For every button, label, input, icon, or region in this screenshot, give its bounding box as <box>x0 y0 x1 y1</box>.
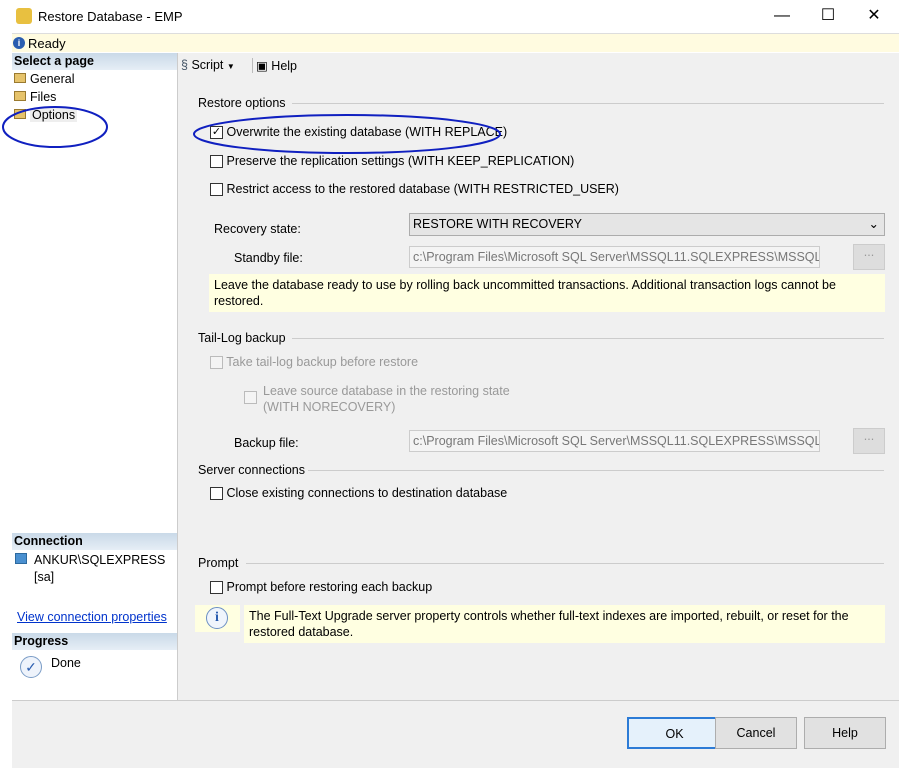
minimize-button[interactable]: — <box>760 4 804 28</box>
options-panel: § Script ▼ ▣ Help Restore options ✓ Over… <box>177 53 899 700</box>
checkbox <box>210 155 223 169</box>
status-text: Ready <box>28 36 66 51</box>
script-label: Script <box>191 58 224 72</box>
backup-file-input[interactable]: c:\Program Files\Microsoft SQL Server\MS… <box>409 430 820 452</box>
checkbox <box>210 581 223 595</box>
help-icon: ▣ <box>256 59 268 73</box>
server-name: ANKUR\SQLEXPRESS <box>34 553 166 567</box>
sidebar: Select a page General Files Options Conn… <box>2 53 177 700</box>
checkbox-label-2: (WITH NORECOVERY) <box>263 400 396 414</box>
help-toolbar-button[interactable]: ▣ Help <box>252 58 297 73</box>
checkbox-label: Leave source database in the restoring s… <box>263 384 510 398</box>
close-connections-checkbox[interactable]: Close existing connections to destinatio… <box>210 486 508 501</box>
help-button[interactable]: Help <box>804 717 886 749</box>
progress-status: Done <box>51 656 81 670</box>
sidebar-item-general[interactable]: General <box>12 70 177 88</box>
page-icon <box>14 91 26 101</box>
help-label: Help <box>271 59 298 73</box>
maximize-button[interactable]: ☐ <box>806 4 850 28</box>
checkbox-label: Close existing connections to destinatio… <box>226 486 508 500</box>
chevron-down-icon: ⌄ <box>868 217 879 231</box>
close-button[interactable]: ✕ <box>852 4 896 28</box>
database-restore-icon <box>16 8 32 24</box>
checkbox <box>210 487 223 501</box>
divider <box>246 563 884 564</box>
server-icon <box>15 553 27 564</box>
standby-browse-button[interactable]: ... <box>853 244 885 270</box>
standby-file-input[interactable]: c:\Program Files\Microsoft SQL Server\MS… <box>409 246 820 268</box>
backup-browse-button[interactable]: ... <box>853 428 885 454</box>
leave-restoring-checkbox[interactable]: Leave source database in the restoring s… <box>244 384 510 414</box>
prompt-before-restore-checkbox[interactable]: Prompt before restoring each backup <box>210 580 433 595</box>
annotation-circle <box>193 114 501 154</box>
dialog-footer: OK Cancel Help <box>12 700 899 768</box>
divider <box>292 103 884 104</box>
cancel-button[interactable]: Cancel <box>715 717 797 749</box>
take-tail-log-checkbox[interactable]: Take tail-log backup before restore <box>210 355 419 370</box>
page-icon <box>14 73 26 83</box>
recovery-info-text: Leave the database ready to use by rolli… <box>209 274 885 312</box>
annotation-circle <box>2 106 108 148</box>
backup-file-label: Backup file: <box>234 436 299 450</box>
divider <box>292 338 884 339</box>
select-page-header: Select a page <box>12 53 177 70</box>
sidebar-item-label: Files <box>30 90 57 104</box>
preserve-replication-checkbox[interactable]: Preserve the replication settings (WITH … <box>210 154 575 169</box>
info-icon: i <box>13 37 25 49</box>
checkbox-label: Preserve the replication settings (WITH … <box>226 154 575 168</box>
ok-button[interactable]: OK <box>627 717 722 749</box>
window-title: Restore Database - EMP <box>38 9 183 24</box>
standby-file-label: Standby file: <box>234 251 303 265</box>
view-connection-properties-link[interactable]: View connection properties <box>17 610 167 624</box>
done-check-icon: ✓ <box>20 656 42 678</box>
restore-options-title: Restore options <box>198 96 286 110</box>
recovery-state-select[interactable]: RESTORE WITH RECOVERY ⌄ <box>409 213 885 236</box>
tail-log-title: Tail-Log backup <box>198 331 286 345</box>
checkbox-label: Prompt before restoring each backup <box>226 580 433 594</box>
connection-user: [sa] <box>34 570 55 584</box>
recovery-state-value: RESTORE WITH RECOVERY <box>413 217 583 231</box>
recovery-state-label: Recovery state: <box>214 222 301 236</box>
connection-header: Connection <box>12 533 177 550</box>
checkbox-label: Take tail-log backup before restore <box>226 355 419 369</box>
checkbox <box>244 391 257 404</box>
checkbox <box>210 356 223 370</box>
checkbox-label: Restrict access to the restored database… <box>226 182 619 196</box>
script-icon: § <box>181 58 188 72</box>
chevron-down-icon[interactable]: ▼ <box>227 62 235 71</box>
info-icon-box: i <box>195 605 240 632</box>
status-bar: i Ready <box>12 33 899 52</box>
prompt-title: Prompt <box>198 556 239 570</box>
restrict-access-checkbox[interactable]: Restrict access to the restored database… <box>210 182 619 197</box>
checkbox <box>210 183 223 197</box>
info-icon: i <box>206 607 228 629</box>
divider <box>308 470 884 471</box>
sidebar-item-label: General <box>30 72 75 86</box>
progress-header: Progress <box>12 633 177 650</box>
title-bar: Restore Database - EMP — ☐ ✕ <box>0 0 899 32</box>
server-connections-title: Server connections <box>198 463 306 477</box>
script-button[interactable]: § Script ▼ <box>181 58 235 72</box>
fulltext-info-text: The Full-Text Upgrade server property co… <box>244 605 885 643</box>
